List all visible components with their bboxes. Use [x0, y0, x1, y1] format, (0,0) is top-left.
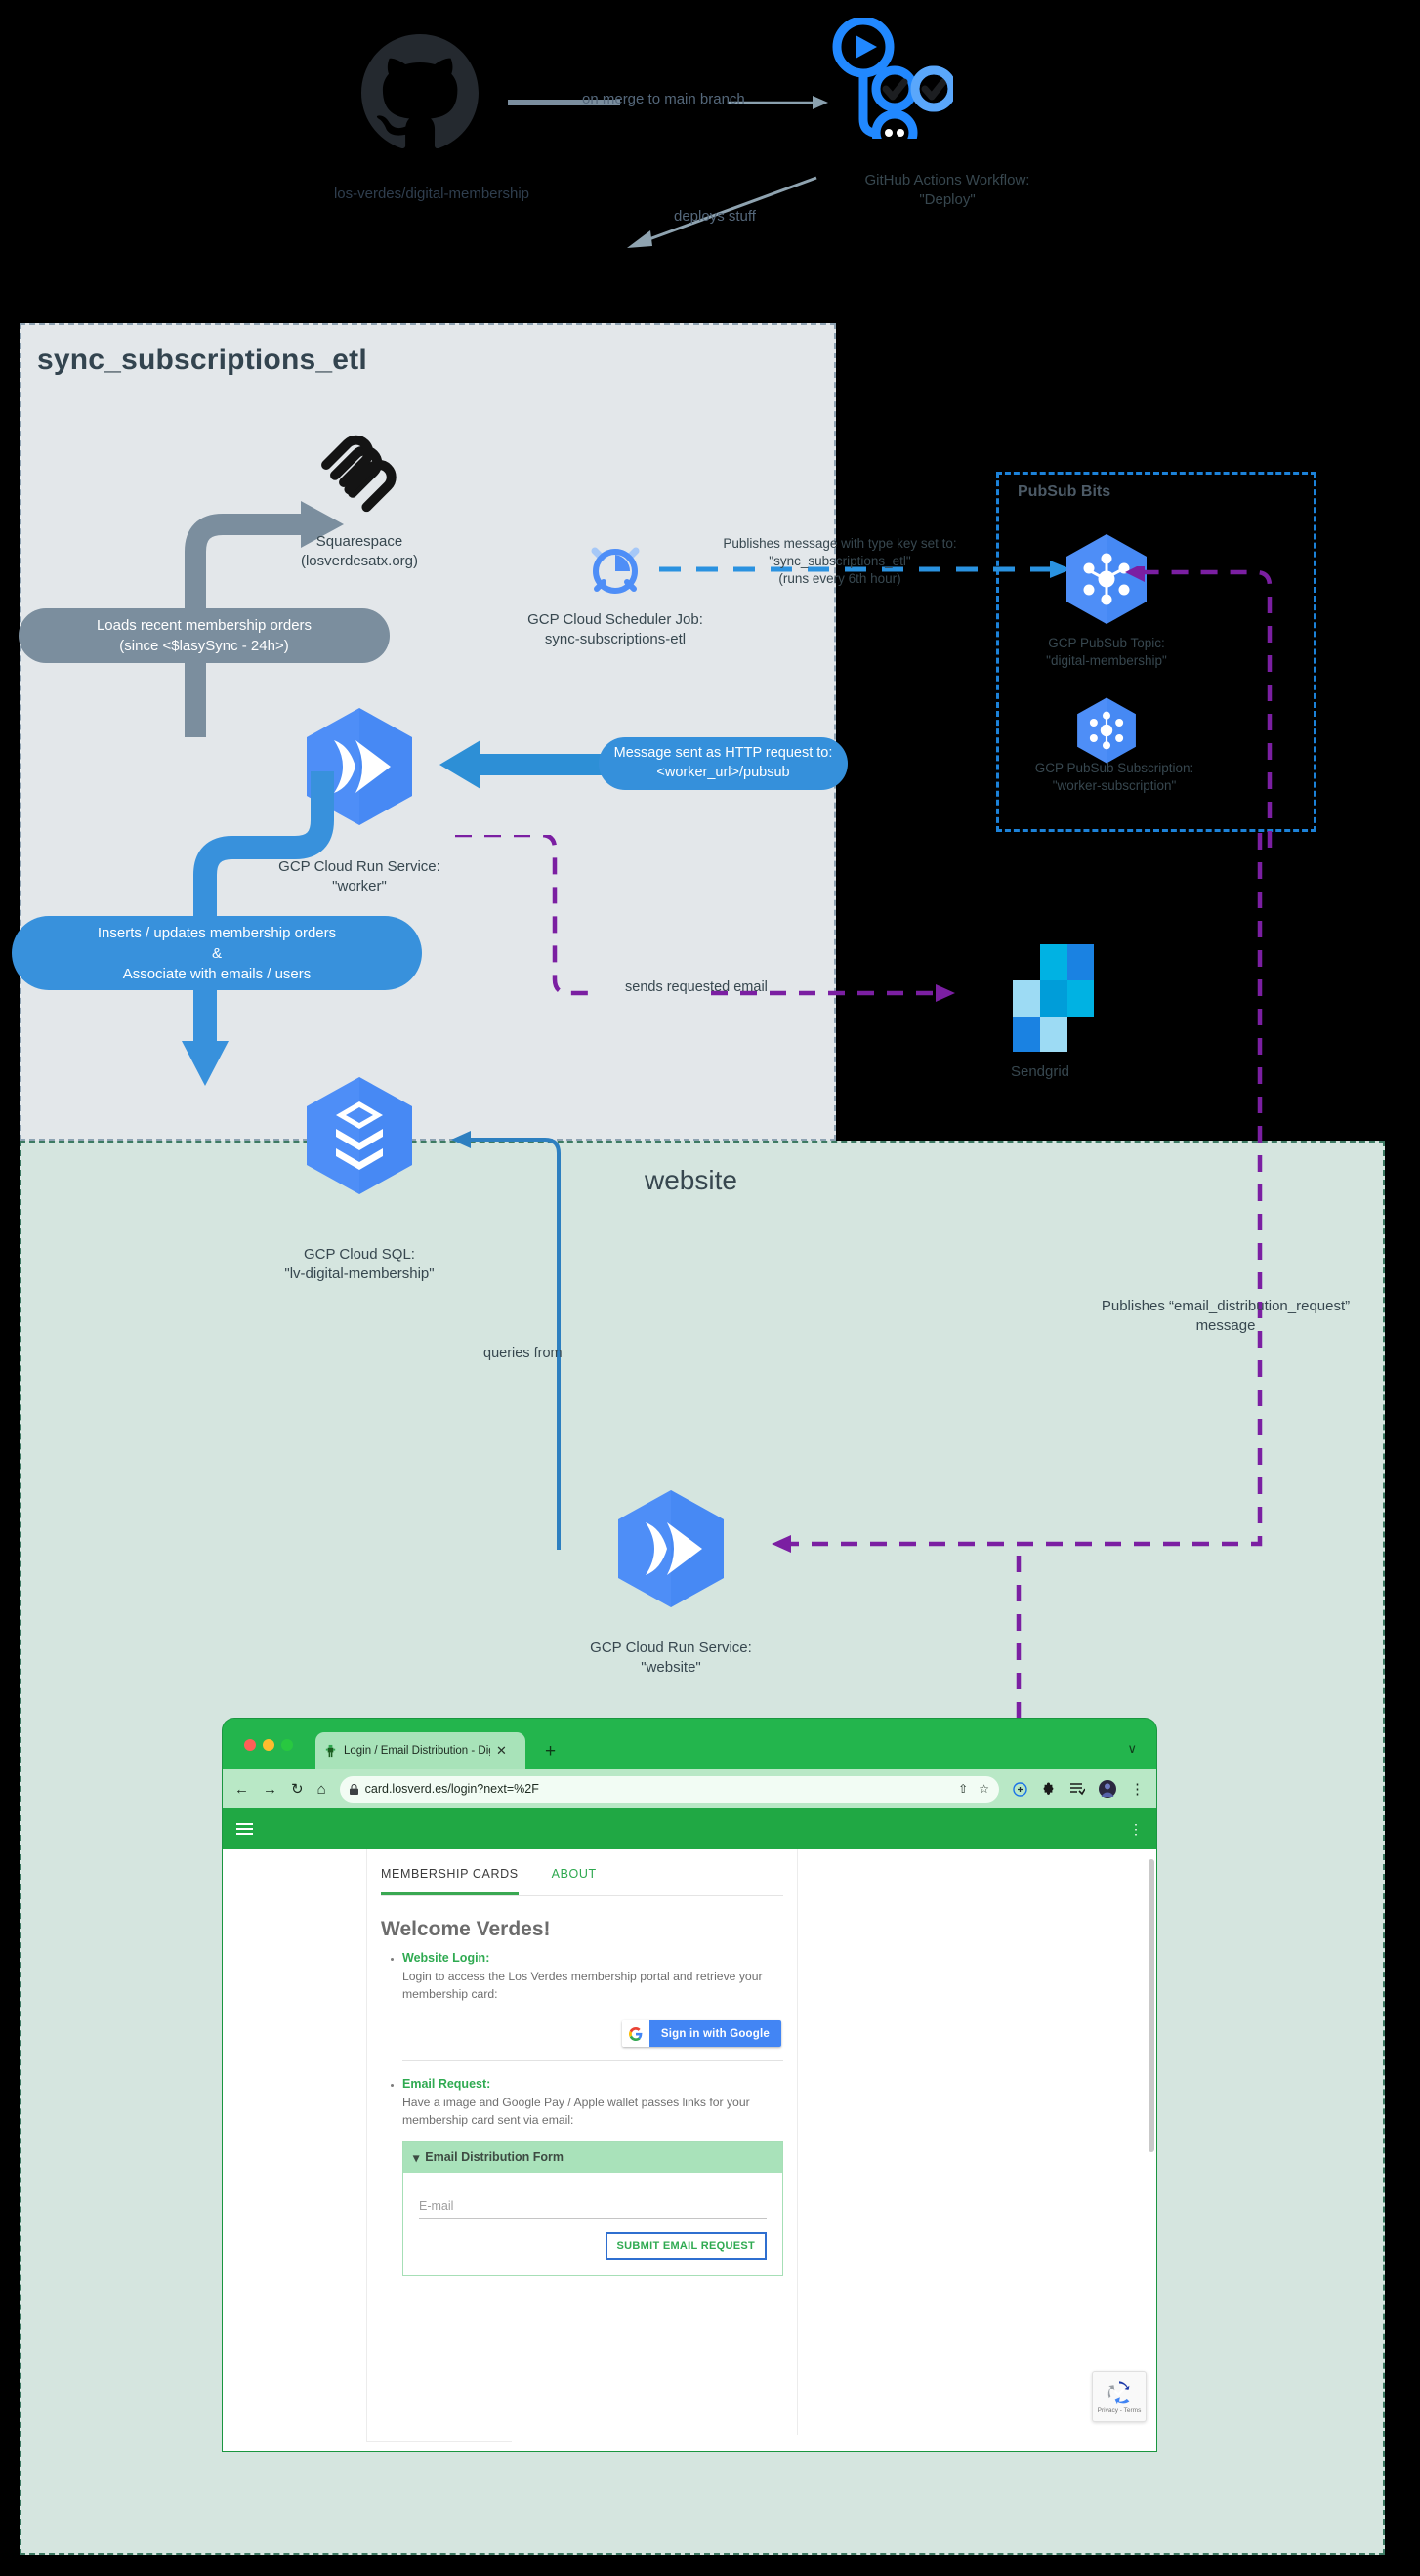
queries-from-label: queries from: [483, 1346, 563, 1361]
submit-email-request-button[interactable]: SUBMIT EMAIL REQUEST: [605, 2231, 767, 2260]
puzzle-extensions-icon[interactable]: [1041, 1781, 1056, 1797]
bookmark-star-icon[interactable]: ☆: [979, 1783, 989, 1795]
forward-icon[interactable]: →: [263, 1782, 277, 1797]
reading-list-icon[interactable]: [1069, 1782, 1085, 1796]
etl-title: sync_subscriptions_etl: [37, 344, 367, 376]
publishes-message-label: Publishes message with type key set to: …: [723, 536, 957, 587]
bullet-heading: Website Login: [402, 1951, 486, 1965]
site-app-bar: ⋮: [223, 1808, 1156, 1849]
loads-orders-pill: Loads recent membership orders (since <$…: [19, 608, 390, 663]
google-logo-icon: [621, 2020, 649, 2048]
github-repo-label: los-verdes/digital-membership: [333, 186, 530, 202]
etl-container: [20, 323, 836, 1141]
page-bottom-strip: [512, 2435, 941, 2451]
extension-badge-icon[interactable]: [1013, 1781, 1027, 1797]
github-logo-icon: [361, 34, 479, 151]
bullet-heading: Email Request: [402, 2077, 487, 2092]
site-overflow-menu-icon[interactable]: ⋮: [1129, 1821, 1143, 1838]
inserts-updates-pill: Inserts / updates membership orders & As…: [12, 916, 422, 990]
github-actions-icon: [832, 18, 953, 139]
cloud-sql-label: GCP Cloud SQL: "lv-digital-membership": [284, 1246, 435, 1283]
caret-down-icon: ▾: [413, 2150, 420, 2165]
browser-tab[interactable]: Login / Email Distribution - Digi ✕: [315, 1732, 525, 1769]
email-distribution-form-panel: ▾ Email Distribution Form SUBMIT EMAIL R…: [402, 2140, 783, 2276]
google-button-label: Sign in with Google: [648, 2020, 781, 2048]
cicd-band: los-verdes/digital-membership on merge t…: [0, 0, 1420, 312]
home-icon[interactable]: ⌂: [317, 1782, 326, 1797]
publishes-email-dashed-arrow: [772, 833, 1263, 1553]
pubsub-title: PubSub Bits: [1018, 483, 1111, 500]
avatar[interactable]: [1099, 1780, 1116, 1798]
browser-window: Login / Email Distribution - Digi ✕ + ∨ …: [223, 1719, 1156, 2451]
cloud-scheduler-label: GCP Cloud Scheduler Job: sync-subscripti…: [527, 611, 703, 648]
cloud-run-website-icon: [612, 1487, 730, 1610]
tab-title: Login / Email Distribution - Digi: [344, 1745, 490, 1757]
list-item: Email Request: Have a image and Google P…: [402, 2075, 783, 2129]
browser-menu-icon[interactable]: ⋮: [1130, 1782, 1145, 1797]
google-signin-row: Sign in with Google: [367, 2007, 797, 2048]
sign-in-with-google-button[interactable]: Sign in with Google: [621, 2020, 781, 2048]
site-content-column: MEMBERSHIP CARDS ABOUT Welcome Verdes! W…: [367, 1849, 941, 2451]
browser-tabstrip: Login / Email Distribution - Digi ✕ + ∨: [223, 1719, 1156, 1769]
list-item: Website Login: Login to access the Los V…: [402, 1949, 783, 2003]
http-request-arrow: [439, 740, 615, 789]
merge-arrow-label: on merge to main branch: [582, 91, 745, 107]
reload-icon[interactable]: ↻: [291, 1782, 304, 1797]
github-actions-workflow-label: GitHub Actions Workflow: "Deploy": [864, 172, 1030, 209]
site-body: MEMBERSHIP CARDS ABOUT Welcome Verdes! W…: [223, 1849, 1156, 2451]
email-form-title: Email Distribution Form: [425, 2150, 564, 2165]
bullet-list-2: Email Request: Have a image and Google P…: [367, 2075, 797, 2129]
browser-toolbar: ← → ↻ ⌂ card.losverd.es/login?next=%2F ⇧…: [223, 1769, 1156, 1808]
bullet-body: Login to access the Los Verdes membershi…: [402, 1970, 763, 2001]
tab-membership-cards[interactable]: MEMBERSHIP CARDS: [381, 1867, 519, 1895]
address-bar-url: card.losverd.es/login?next=%2F: [364, 1782, 539, 1796]
email-form-body: SUBMIT EMAIL REQUEST: [403, 2173, 782, 2275]
window-minimize-button[interactable]: [263, 1739, 274, 1751]
submit-row: SUBMIT EMAIL REQUEST: [419, 2231, 767, 2260]
email-form-header[interactable]: ▾ Email Distribution Form: [403, 2141, 782, 2173]
pubsub-return-dashed-arrow: [1125, 566, 1273, 848]
cloud-scheduler-icon: [584, 538, 647, 601]
scrollbar[interactable]: [1149, 1859, 1154, 2152]
cloud-run-website-label: GCP Cloud Run Service: "website": [590, 1640, 752, 1677]
tab-favicon-icon: [325, 1744, 336, 1757]
bullet-body: Have a image and Google Pay / Apple wall…: [402, 2096, 750, 2128]
back-icon[interactable]: ←: [234, 1782, 249, 1797]
http-request-pill: Message sent as HTTP request to: <worker…: [599, 737, 848, 790]
tab-close-icon[interactable]: ✕: [496, 1743, 507, 1759]
squarespace-logo-icon: [317, 430, 405, 518]
share-icon[interactable]: ⇧: [958, 1783, 968, 1795]
window-maximize-button[interactable]: [281, 1739, 293, 1751]
section-divider: [402, 2060, 783, 2062]
lock-icon: [349, 1783, 358, 1795]
new-tab-button[interactable]: +: [545, 1741, 556, 1763]
recaptcha-privacy-terms[interactable]: Privacy - Terms: [1098, 2407, 1142, 2414]
page-title: Welcome Verdes!: [381, 1918, 551, 1940]
cloud-sql-icon: [301, 1074, 418, 1197]
site-tabs: MEMBERSHIP CARDS ABOUT: [367, 1849, 797, 1895]
website-down-dashed-line: [1016, 1556, 1022, 1731]
window-close-button[interactable]: [244, 1739, 256, 1751]
tab-about[interactable]: ABOUT: [552, 1867, 597, 1895]
chevron-down-icon[interactable]: ∨: [1127, 1741, 1137, 1757]
bullet-list: Website Login: Login to access the Los V…: [367, 1949, 797, 2003]
recaptcha-icon: [1107, 2380, 1130, 2404]
sends-email-label: sends requested email: [625, 979, 768, 995]
publishes-email-request-label: Publishes “email_distribution_request” m…: [1101, 1298, 1351, 1335]
address-bar[interactable]: card.losverd.es/login?next=%2F ⇧ ☆: [339, 1775, 999, 1803]
deploys-arrow-label: deploys stuff: [674, 208, 756, 225]
squarespace-label: Squarespace (losverdesatx.org): [300, 533, 419, 570]
hamburger-menu-icon[interactable]: [236, 1820, 253, 1838]
recaptcha-badge[interactable]: Privacy - Terms: [1092, 2371, 1147, 2422]
email-field[interactable]: [419, 2195, 767, 2219]
